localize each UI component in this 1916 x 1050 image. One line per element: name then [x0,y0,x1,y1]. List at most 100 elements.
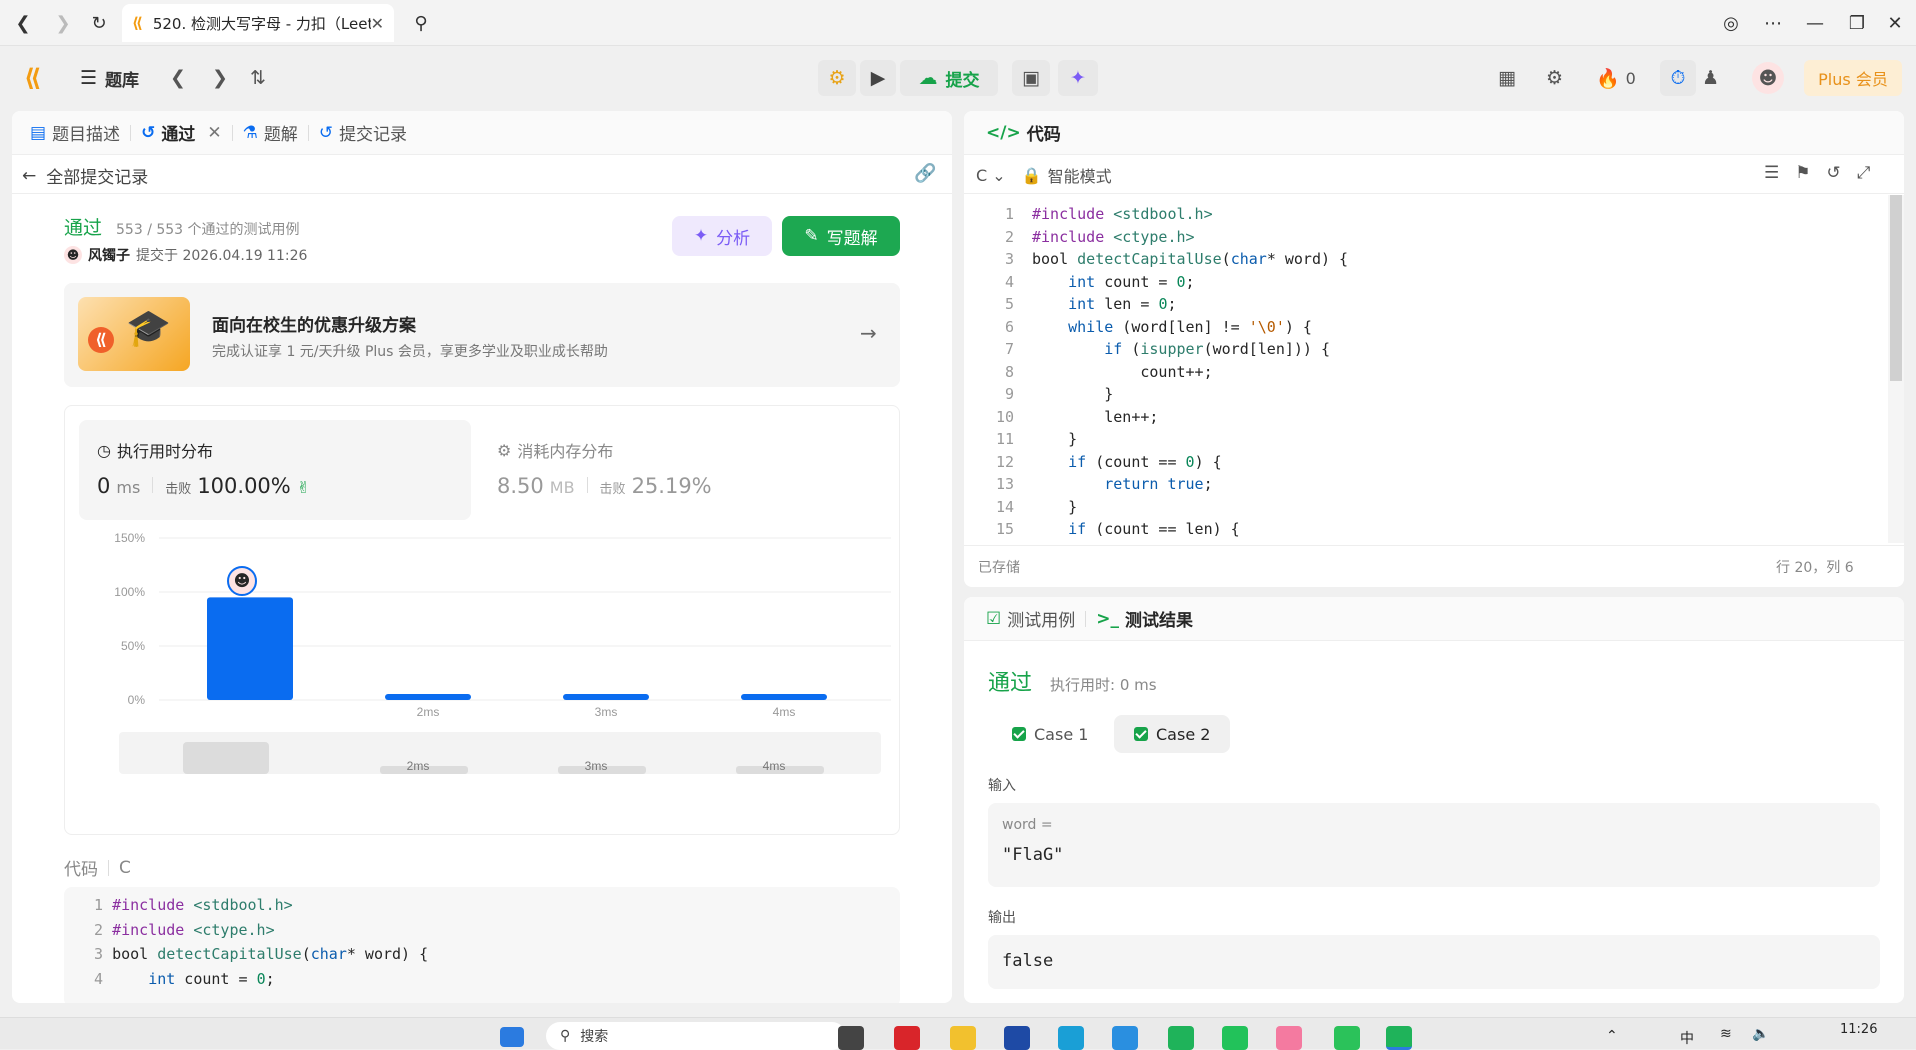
reset-icon[interactable]: ↺ [1827,163,1841,183]
tab-test-result[interactable]: >_ 测试结果 [1086,606,1203,632]
chart-x-labels: 2ms 3ms 4ms [417,705,796,719]
wechat-icon[interactable] [1334,1026,1360,1050]
volume-icon[interactable]: 🔈 [1752,1026,1769,1042]
document-icon: ▤ [30,122,47,143]
chart-bar [385,694,471,700]
debug-icon[interactable]: ⚙ [818,60,856,96]
leetcode-logo-icon[interactable]: ⟪ [24,60,41,96]
run-button[interactable]: ▶ [860,60,896,96]
scroller-label: 4ms [763,759,786,773]
iqiyi-icon[interactable] [1222,1026,1248,1050]
close-icon[interactable]: ✕ [207,123,221,143]
problem-bank-button[interactable]: ☰ 题库 [80,60,139,96]
streak-counter[interactable]: 🔥 0 [1596,60,1636,96]
link-icon[interactable]: 🔗 [914,163,936,184]
globe-icon[interactable]: ◎ [1716,8,1746,38]
tab-description[interactable]: ▤ 题目描述 [20,120,130,146]
arrow-right-icon: → [860,321,877,345]
code-line: 2 #include <ctype.h> [94,920,275,939]
ime-indicator[interactable]: 中 [1680,1028,1694,1048]
code-line: #include <ctype.h> [1032,227,1195,246]
folder-icon[interactable] [950,1026,976,1050]
app-icon[interactable] [1276,1026,1302,1050]
test-cases-count: 553 / 553 个通过的测试用例 [116,222,300,238]
input-label: 输入 [988,778,1016,794]
code-line: 3 bool detectCapitalUse(char* word) { [94,945,429,963]
cloud-upload-icon: ☁ [918,67,938,89]
restore-icon[interactable]: ❐ [1842,8,1872,38]
browser-icon[interactable] [1112,1026,1138,1050]
avatar[interactable]: ☻ [1752,62,1784,94]
result-tabbar: ☑ 测试用例 >_ 测试结果 [964,597,1904,641]
active-app-icon[interactable] [1386,1026,1412,1050]
refresh-icon[interactable]: ↻ [84,8,114,38]
search-icon[interactable]: ⚲ [406,8,436,38]
tab-solutions[interactable]: ⚗ 题解 [233,120,308,146]
input-variable: word = [1002,817,1053,833]
all-submissions-link[interactable]: ← 全部提交记录 [22,163,148,189]
app-icon[interactable] [894,1026,920,1050]
format-icon[interactable]: ☰ [1764,163,1779,183]
shuffle-icon[interactable]: ⇅ [250,60,266,96]
settings-icon[interactable]: ⚙ [1546,60,1563,96]
window-close-icon[interactable]: ✕ [1880,8,1910,38]
layout-icon[interactable]: ▦ [1498,60,1516,96]
close-tab-icon[interactable]: ✕ [371,14,384,33]
input-box: word = "FlaG" [988,803,1880,887]
edge-icon[interactable] [1058,1026,1084,1050]
submit-button[interactable]: ☁ 提交 [900,60,998,96]
timer-icon[interactable]: ⏱ [1660,60,1696,96]
memory-tab[interactable]: ⚙ 消耗内存分布 [497,438,613,462]
bookmark-icon[interactable]: ⚑ [1795,163,1810,183]
arrow-left-icon: ← [22,165,37,186]
avatar[interactable]: ☻ [64,246,82,264]
user-marker-avatar: ☻ [227,566,257,596]
note-icon[interactable]: ▣ [1012,60,1050,96]
browser-tab[interactable]: ⟪ 520. 检测大写字母 - 力扣（LeetCode） ✕ [122,4,394,42]
windows-start-icon[interactable] [500,1027,524,1047]
add-friend-icon[interactable]: ♟ [1702,60,1719,96]
task-view-icon[interactable] [838,1026,864,1050]
runtime-tab[interactable]: ◷ 执行用时分布 0 ms 击败 100.00% ✌ [79,420,471,520]
search-label: 搜索 [580,1029,609,1045]
editor-scrollbar[interactable] [1888,195,1904,543]
scroller-label: 2ms [407,759,430,773]
store-icon[interactable] [1004,1026,1030,1050]
output-label: 输出 [988,910,1016,926]
write-solution-button[interactable]: ✎ 写题解 [782,216,900,256]
tab-submissions[interactable]: ↺ 提交记录 [309,120,417,146]
chart-scroller-handle[interactable] [183,742,269,774]
app-icon[interactable] [1168,1026,1194,1050]
case-1-tab[interactable]: Case 1 [1000,715,1100,753]
tab-code[interactable]: </> 代码 [976,120,1071,146]
analyze-label: 分析 [716,228,751,249]
code-line: } [1032,430,1078,448]
username[interactable]: 风镯子 [88,245,130,265]
tab-accepted[interactable]: ↺ 通过 ✕ [131,120,232,146]
minimize-icon[interactable]: — [1800,8,1830,38]
write-solution-label: 写题解 [826,228,878,249]
more-icon[interactable]: ⋯ [1758,8,1788,38]
plus-member-button[interactable]: Plus 会员 [1804,60,1902,96]
next-problem-icon[interactable]: ❯ [212,60,228,96]
analyze-button[interactable]: ✦ 分析 [672,216,772,256]
chevron-up-icon[interactable]: ⌃ [1606,1028,1618,1044]
edit-icon: ✎ [804,226,819,246]
back-icon[interactable]: ❮ [8,8,38,38]
taskbar-search[interactable]: ⚲ 搜索 [546,1022,846,1050]
y-tick-label: 150% [114,531,145,545]
line-numbers: 1 2 3 4 5 6 7 8 9 10 11 12 13 14 15 [995,205,1014,538]
forward-icon[interactable]: ❯ [48,8,78,38]
runtime-unit: ms [116,478,141,497]
wifi-icon[interactable]: ≋ [1720,1026,1732,1042]
scrollbar-thumb[interactable] [1890,195,1902,381]
promo-banner[interactable]: ⟪ 🎓 面向在校生的优惠升级方案 完成认证享 1 元/天升级 Plus 会员，享… [64,283,900,387]
language-select[interactable]: C ⌄ [976,166,1006,185]
ai-sparkle-icon[interactable]: ✦ [1058,60,1098,96]
case-2-tab[interactable]: Case 2 [1114,715,1231,753]
smart-mode-label[interactable]: 智能模式 [1048,163,1112,187]
code-editor[interactable]: 1 2 3 4 5 6 7 8 9 10 11 12 13 14 15 #include <stdbool.… [964,203,1888,543]
fullscreen-icon[interactable]: ⤢ [1857,163,1871,183]
prev-problem-icon[interactable]: ❮ [170,60,186,96]
tab-testcase[interactable]: ☑ 测试用例 [976,606,1085,632]
